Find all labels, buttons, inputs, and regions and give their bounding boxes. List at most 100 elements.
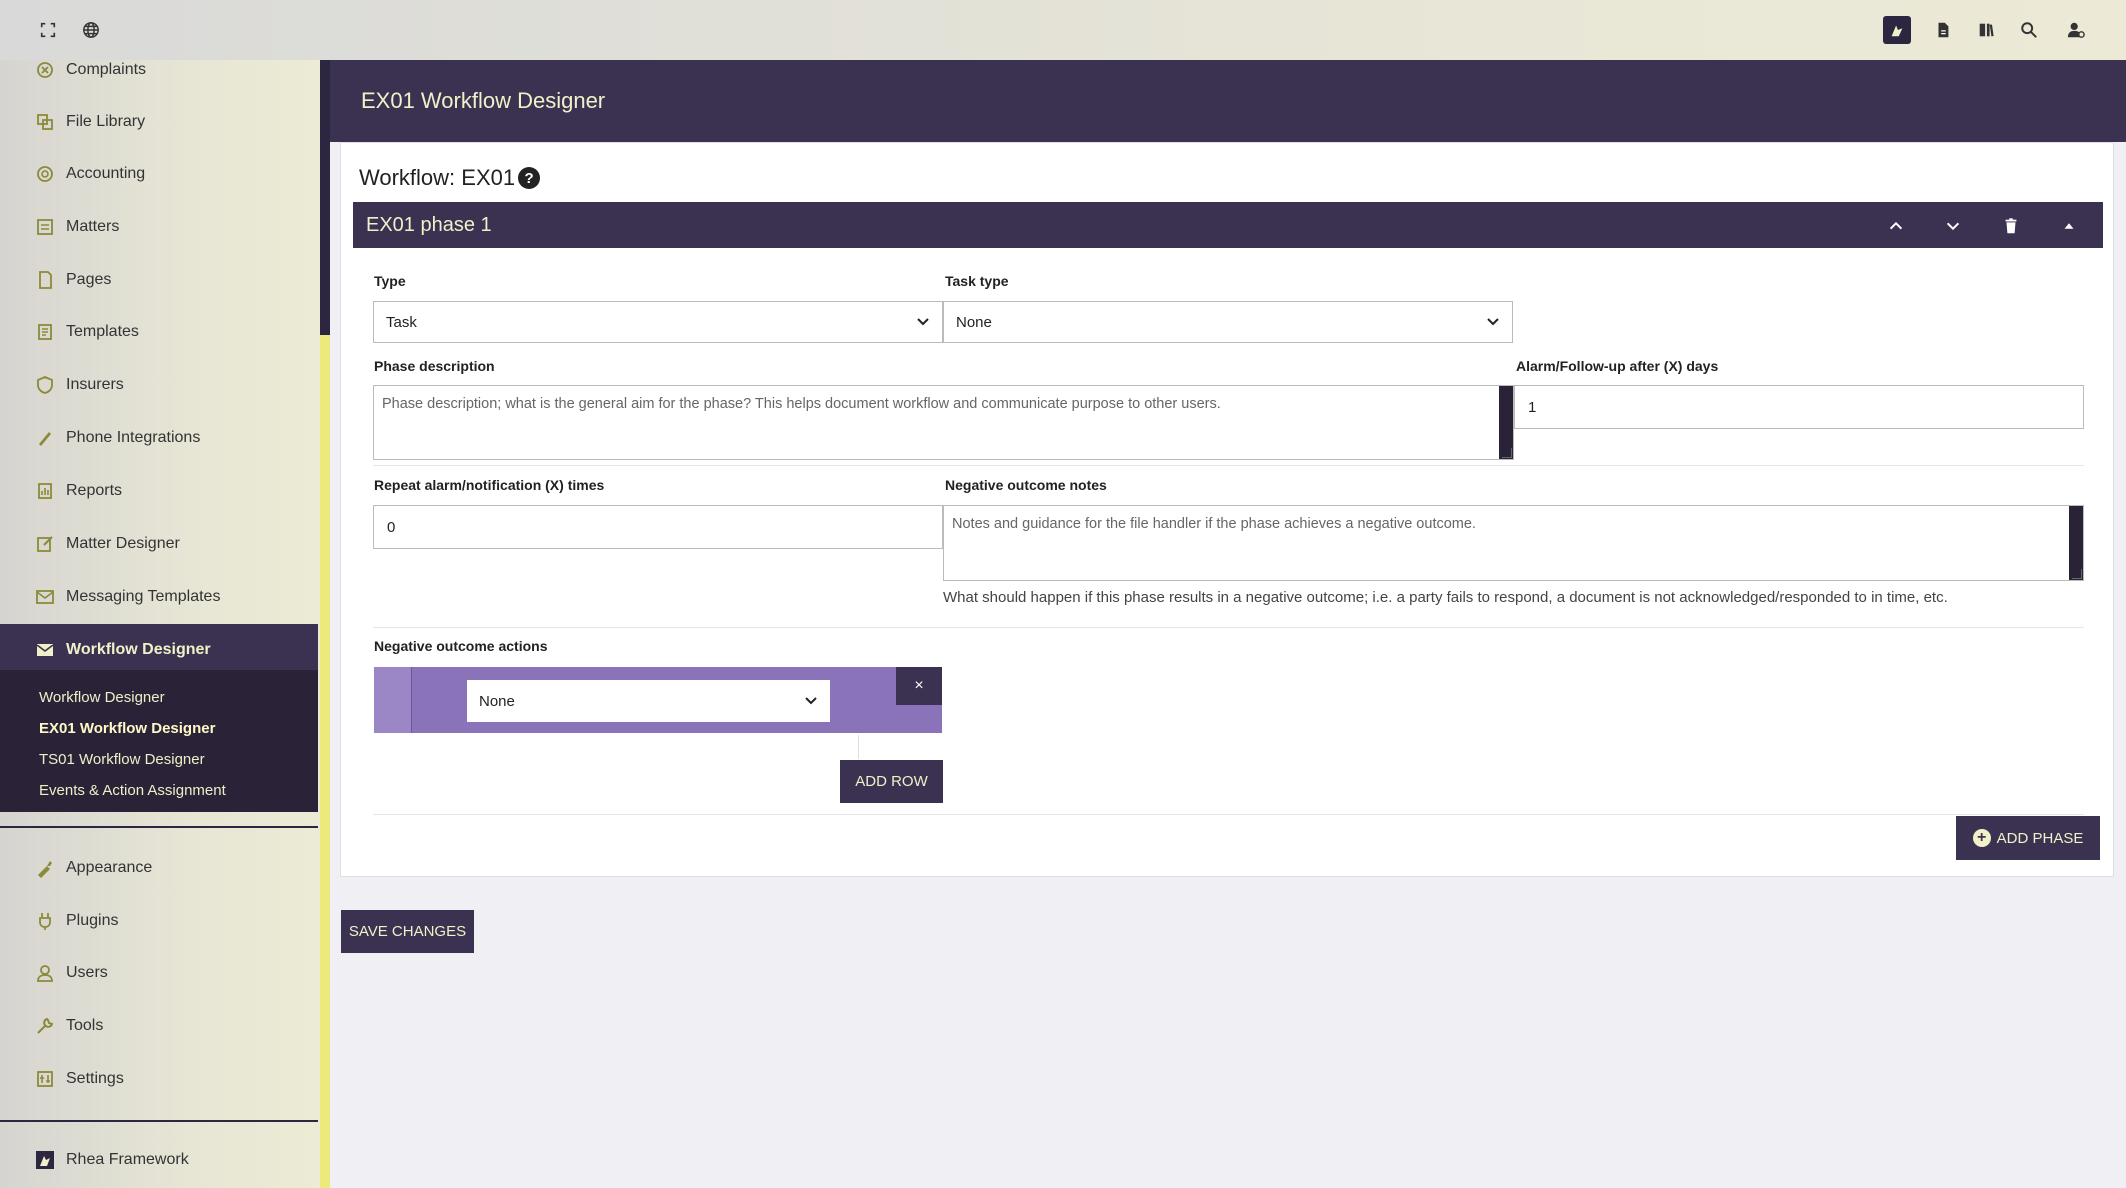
- sidebar-item-label: Templates: [66, 323, 139, 340]
- task-type-select-value: None: [956, 313, 992, 331]
- task-type-select[interactable]: None: [943, 301, 1513, 343]
- workflow-title: Workflow: EX01 ?: [359, 165, 541, 191]
- book-icon[interactable]: [1974, 18, 1998, 42]
- type-select[interactable]: Task: [373, 301, 943, 343]
- resize-handle-icon[interactable]: [2072, 569, 2082, 579]
- alarm-days-label: Alarm/Follow-up after (X) days: [1516, 358, 1719, 374]
- sidebar-divider: [0, 826, 318, 828]
- sidebar-item-label: File Library: [66, 113, 146, 130]
- resize-handle-icon[interactable]: [1502, 448, 1512, 458]
- move-down-icon[interactable]: [1941, 214, 1965, 238]
- sidebar-item-appearance[interactable]: Appearance: [0, 842, 318, 894]
- sidebar-item-label: Phone Integrations: [66, 429, 201, 446]
- rhea-logo-icon[interactable]: [1883, 16, 1911, 44]
- workflow-label: Workflow: EX01: [359, 165, 516, 190]
- help-icon[interactable]: ?: [518, 167, 541, 189]
- save-changes-button[interactable]: SAVE CHANGES: [341, 910, 474, 953]
- sidebar-item-accounting[interactable]: Accounting: [0, 148, 318, 200]
- submenu-events-action-assignment[interactable]: Events & Action Assignment: [39, 782, 226, 799]
- envelope-icon: [34, 639, 56, 661]
- sidebar-item-file-library[interactable]: File Library: [0, 96, 318, 148]
- matter-designer-icon: [34, 533, 56, 555]
- move-up-icon[interactable]: [1884, 214, 1908, 238]
- sidebar-item-matter-designer[interactable]: Matter Designer: [0, 518, 318, 570]
- sidebar-item-label: Rhea Framework: [66, 1151, 189, 1168]
- repeat-alarm-input[interactable]: 0: [373, 505, 943, 549]
- negative-actions-label: Negative outcome actions: [374, 638, 548, 654]
- sidebar-item-templates[interactable]: Templates: [0, 306, 318, 358]
- negative-notes-help: What should happen if this phase results…: [943, 589, 1948, 606]
- sidebar-divider-bottom: [0, 1120, 318, 1122]
- repeat-alarm-label: Repeat alarm/notification (X) times: [374, 477, 605, 493]
- sidebar-item-label: Appearance: [66, 859, 153, 876]
- sidebar-item-plugins[interactable]: Plugins: [0, 895, 318, 947]
- complaints-icon: [34, 59, 56, 81]
- sidebar-item-workflow-designer[interactable]: Workflow Designer: [0, 624, 318, 676]
- add-phase-button[interactable]: + ADD PHASE: [1956, 816, 2100, 860]
- phase-description-placeholder: Phase description; what is the general a…: [382, 396, 1221, 412]
- sidebar-item-label: Insurers: [66, 376, 124, 393]
- drag-handle[interactable]: [374, 667, 412, 733]
- sidebar-item-label: Tools: [66, 1017, 104, 1034]
- type-select-value: Task: [386, 313, 417, 331]
- negative-notes-input[interactable]: Notes and guidance for the file handler …: [943, 505, 2084, 581]
- sidebar-item-matters[interactable]: Matters: [0, 201, 318, 253]
- sidebar-item-tools[interactable]: Tools: [0, 1000, 318, 1052]
- phase-description-label: Phase description: [374, 358, 495, 374]
- sidebar-item-label: Messaging Templates: [66, 588, 221, 605]
- trash-icon[interactable]: [1999, 214, 2023, 238]
- chevron-down-icon: [917, 318, 929, 326]
- users-icon: [34, 962, 56, 984]
- sidebar-item-label: Matters: [66, 218, 120, 235]
- sidebar-item-label: Complaints: [66, 61, 147, 78]
- sidebar-item-pages[interactable]: Pages: [0, 254, 318, 306]
- search-icon[interactable]: [2017, 18, 2041, 42]
- sidebar-item-messaging-templates[interactable]: Messaging Templates: [0, 571, 318, 623]
- sidebar-item-phone-integrations[interactable]: Phone Integrations: [0, 412, 318, 464]
- sidebar-item-settings[interactable]: Settings: [0, 1053, 318, 1105]
- fullscreen-icon[interactable]: [36, 18, 60, 42]
- top-bar: [0, 0, 2126, 60]
- sidebar-item-label: Accounting: [66, 165, 146, 182]
- remove-row-button[interactable]: ×: [896, 667, 942, 705]
- globe-icon[interactable]: [79, 18, 103, 42]
- rhea-icon: [34, 1149, 56, 1171]
- sidebar-item-label: Settings: [66, 1070, 124, 1087]
- sidebar-item-reports[interactable]: Reports: [0, 465, 318, 517]
- submenu-ex01-workflow-designer[interactable]: EX01 Workflow Designer: [39, 720, 215, 737]
- task-type-label: Task type: [945, 273, 1009, 289]
- sidebar-scrollbar-thumb[interactable]: [320, 60, 330, 335]
- negative-action-value: None: [479, 692, 515, 710]
- collapse-icon[interactable]: [2057, 214, 2081, 238]
- document-icon[interactable]: [1931, 18, 1955, 42]
- user-settings-icon[interactable]: [2064, 18, 2088, 42]
- sidebar-item-label: Workflow Designer: [66, 641, 211, 658]
- phase-header[interactable]: EX01 phase 1: [353, 202, 2103, 248]
- plus-circle-icon: +: [1972, 829, 1991, 847]
- alarm-days-input[interactable]: 1: [1514, 385, 2084, 429]
- sidebar-item-label: Matter Designer: [66, 535, 180, 552]
- sidebar-item-complaints[interactable]: Complaints: [0, 44, 318, 96]
- plugins-icon: [34, 910, 56, 932]
- divider: [373, 814, 2084, 815]
- divider-vertical: [858, 735, 859, 759]
- sidebar-item-label: Pages: [66, 271, 112, 288]
- submenu-workflow-designer[interactable]: Workflow Designer: [39, 689, 165, 706]
- sidebar-item-insurers[interactable]: Insurers: [0, 359, 318, 411]
- negative-action-select[interactable]: None: [467, 680, 830, 722]
- pages-icon: [34, 269, 56, 291]
- phase-description-input[interactable]: Phase description; what is the general a…: [373, 385, 1514, 460]
- divider: [373, 627, 2084, 628]
- tools-icon: [34, 1015, 56, 1037]
- negative-notes-label: Negative outcome notes: [945, 477, 1107, 493]
- repeat-alarm-value: 0: [387, 518, 396, 536]
- submenu-ts01-workflow-designer[interactable]: TS01 Workflow Designer: [39, 751, 205, 768]
- sidebar-item-users[interactable]: Users: [0, 947, 318, 999]
- sidebar-submenu: Workflow Designer EX01 Workflow Designer…: [0, 670, 318, 812]
- insurers-icon: [34, 374, 56, 396]
- chevron-down-icon: [805, 697, 817, 705]
- add-row-button[interactable]: ADD ROW: [840, 760, 943, 803]
- matters-icon: [34, 216, 56, 238]
- sidebar-item-rhea-framework[interactable]: Rhea Framework: [0, 1134, 318, 1186]
- divider: [373, 465, 2084, 466]
